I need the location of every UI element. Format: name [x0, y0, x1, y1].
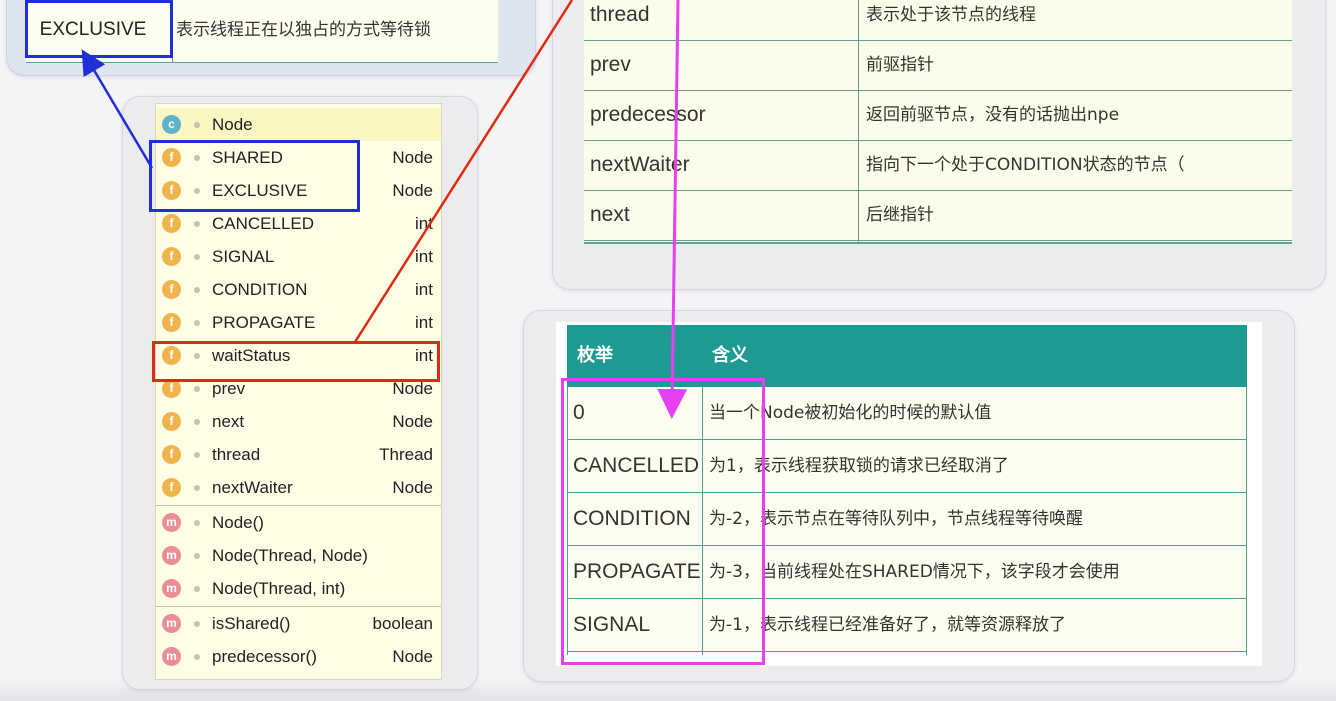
blue-arrow-line	[81, 49, 154, 169]
magenta-arrow-line	[657, 0, 688, 419]
red-connector-line	[353, 0, 574, 343]
annotation-connectors	[81, 0, 688, 419]
